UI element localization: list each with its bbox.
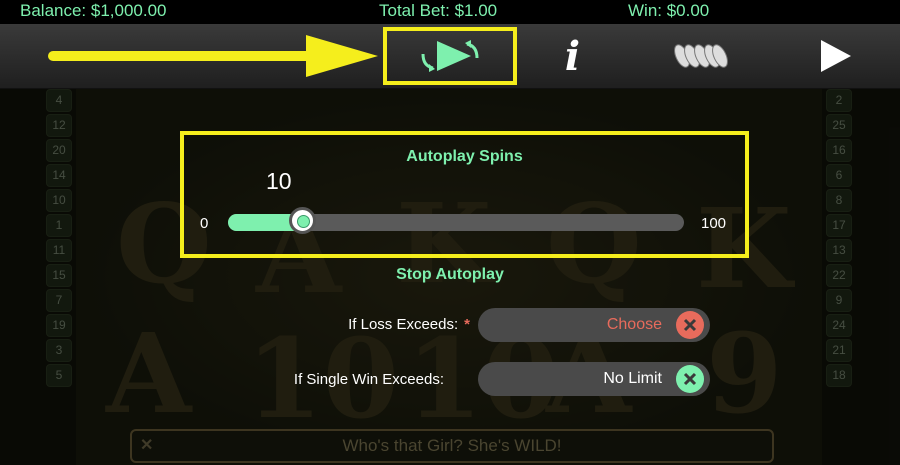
loss-exceeds-value: Choose: [606, 316, 662, 333]
bet-coins-button[interactable]: [660, 24, 740, 88]
balance-display: Balance: $1,000.00: [20, 1, 167, 20]
message-bar: ✕ Who's that Girl? She's WILD!: [130, 429, 774, 463]
loss-exceeds-text: If Loss Exceeds:: [348, 316, 459, 333]
message-text: Who's that Girl? She's WILD!: [342, 436, 562, 455]
autoplay-button[interactable]: [383, 27, 517, 85]
clear-single-win-button[interactable]: [676, 365, 704, 393]
slider-handle[interactable]: [289, 207, 316, 234]
loss-exceeds-field[interactable]: Choose: [478, 308, 710, 342]
close-icon: [683, 372, 697, 386]
coins-icon: [674, 44, 728, 68]
spin-button[interactable]: [800, 24, 870, 88]
spins-slider[interactable]: [228, 207, 684, 234]
autoplay-icon: [421, 40, 479, 72]
win-display: Win: $0.00: [628, 1, 710, 20]
total-bet-display: Total Bet: $1.00: [379, 1, 498, 20]
info-button[interactable]: i: [545, 24, 600, 88]
slider-max-label: 100: [701, 215, 727, 232]
stop-autoplay-title: Stop Autoplay: [396, 266, 504, 283]
single-win-exceeds-field[interactable]: No Limit: [478, 362, 710, 396]
autoplay-spins-title: Autoplay Spins: [406, 148, 523, 165]
info-icon: i: [564, 32, 581, 80]
status-bar: Balance: $1,000.00 Total Bet: $1.00 Win:…: [0, 0, 900, 24]
close-icon: [683, 318, 697, 332]
clear-loss-button[interactable]: [676, 311, 704, 339]
single-win-exceeds-label: If Single Win Exceeds:: [293, 371, 444, 388]
single-win-exceeds-value: No Limit: [603, 370, 662, 387]
loss-exceeds-label: If Loss Exceeds: *: [348, 316, 470, 333]
required-mark: *: [464, 316, 470, 333]
slider-min-label: 0: [200, 215, 209, 232]
play-icon: [821, 40, 851, 72]
annotation-arrow: [48, 35, 378, 77]
spins-value: 10: [266, 168, 292, 194]
